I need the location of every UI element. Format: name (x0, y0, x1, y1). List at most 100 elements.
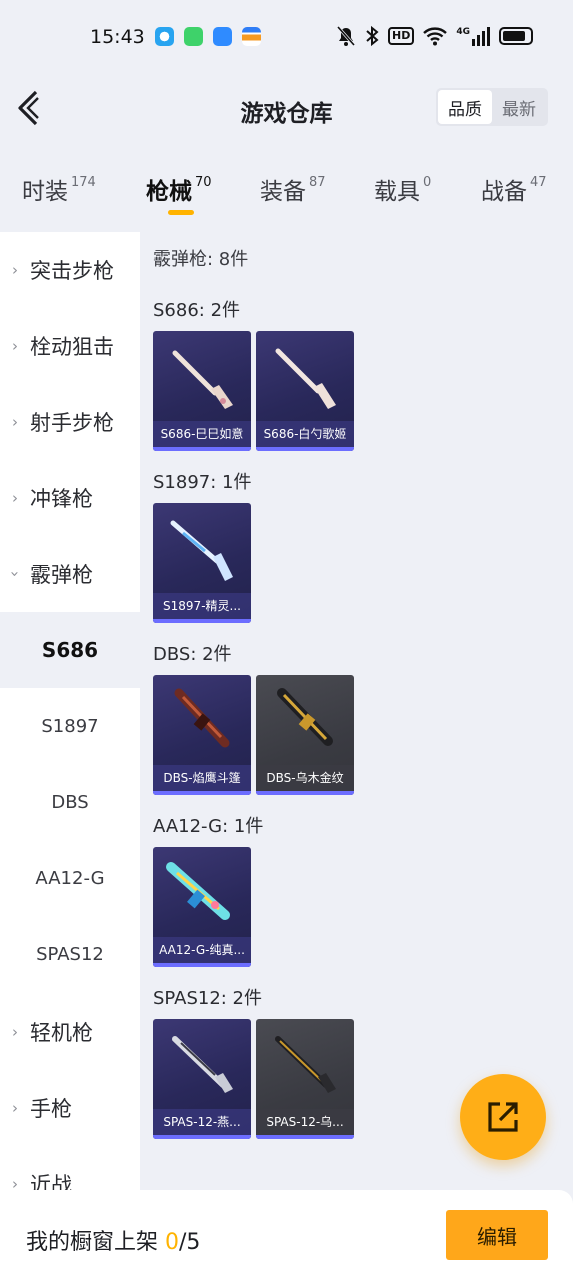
category-total: 霰弹枪: 8件 (153, 249, 249, 270)
bluetooth-icon (366, 25, 379, 47)
shotgun-icon (170, 520, 233, 581)
sidebar-subitem-s1897[interactable]: S1897 (0, 688, 140, 764)
showcase-shelf-label: 我的橱窗上架 (26, 1230, 159, 1255)
quality-bar (256, 791, 354, 795)
mute-icon (336, 26, 356, 46)
shotgun-icon (275, 1036, 336, 1093)
tab-count: 47 (530, 175, 547, 190)
weapon-card-name: DBS-焰鹰斗篷 (153, 765, 251, 791)
sidebar-item-label: 射手步枪 (30, 411, 114, 435)
network-type-label: 4G (456, 26, 470, 37)
external-link-icon (488, 1102, 518, 1132)
app-notification-icon (213, 27, 232, 46)
weapon-card-name: SPAS-12-燕... (153, 1109, 251, 1135)
quality-bar (256, 447, 354, 451)
weapon-card[interactable]: SPAS-12-燕... (153, 1019, 251, 1139)
chevron-right-icon: › (12, 489, 18, 507)
weapon-card-name: S686-白勺歌姬 (256, 421, 354, 447)
tab-label: 装备 (260, 179, 306, 205)
sidebar-item-label: DBS (51, 791, 89, 813)
sidebar-subitem-dbs[interactable]: DBS (0, 764, 140, 840)
sidebar-item-marksman-rifle[interactable]: › 射手步枪 (0, 384, 140, 460)
showcase-shelf-total: /5 (179, 1230, 201, 1255)
tab-equipment[interactable]: 装备 87 (260, 172, 326, 206)
chevron-right-icon: › (12, 1023, 18, 1041)
hd-icon: HD (388, 27, 415, 45)
app-notification-icon (184, 27, 203, 46)
category-tabs: 时装 174 枪械 70 装备 87 载具 0 战备 47 (0, 160, 573, 228)
status-icons: HD 4G (336, 25, 533, 47)
weapon-card[interactable]: DBS-焰鹰斗篷 (153, 675, 251, 795)
weapon-card[interactable]: S1897-精灵... (153, 503, 251, 623)
app-notification-icon (242, 27, 261, 46)
group-title: AA12-G: 1件 (153, 816, 264, 837)
status-bar: 15:43 HD 4G (0, 0, 573, 72)
weapon-card[interactable]: S686-巳巳如意 (153, 331, 251, 451)
sidebar-item-label: 栓动狙击 (30, 335, 114, 359)
app-notification-icon (155, 27, 174, 46)
sidebar-item-bolt-sniper[interactable]: › 栓动狙击 (0, 308, 140, 384)
sidebar-item-lmg[interactable]: › 轻机枪 (0, 994, 140, 1070)
sidebar-item-shotgun[interactable]: › 霰弹枪 (0, 536, 140, 612)
tab-label: 枪械 (146, 179, 192, 205)
shotgun-icon (174, 688, 230, 748)
shotgun-icon (277, 688, 333, 746)
status-app-icons (155, 27, 261, 46)
sidebar-item-label: 突击步枪 (30, 259, 114, 283)
quality-bar (153, 447, 251, 451)
bottom-bar: 我的橱窗上架 0/5 编辑 (0, 1190, 573, 1280)
sidebar-subitem-s686[interactable]: S686 (0, 612, 140, 688)
shotgun-icon (172, 1036, 233, 1093)
sidebar-item-assault-rifle[interactable]: › 突击步枪 (0, 232, 140, 308)
sidebar-item-label: 轻机枪 (30, 1021, 93, 1045)
tab-supplies[interactable]: 战备 47 (481, 172, 547, 206)
quality-bar (153, 791, 251, 795)
tab-count: 174 (71, 175, 96, 190)
weapon-card[interactable]: DBS-乌木金纹 (256, 675, 354, 795)
quality-bar (153, 963, 251, 967)
back-arrow-icon (18, 90, 39, 126)
weapon-card[interactable]: S686-白勺歌姬 (256, 331, 354, 451)
shotgun-icon (275, 348, 336, 409)
sidebar-subitem-aa12g[interactable]: AA12-G (0, 840, 140, 916)
weapon-card-name: S1897-精灵... (153, 593, 251, 619)
quality-bar (256, 1135, 354, 1139)
edit-button[interactable]: 编辑 (446, 1210, 548, 1260)
weapon-card[interactable]: SPAS-12-乌... (256, 1019, 354, 1139)
sidebar-item-label: S1897 (41, 715, 99, 737)
quality-bar (153, 1135, 251, 1139)
sidebar-item-smg[interactable]: › 冲锋枪 (0, 460, 140, 536)
header: 游戏仓库 品质 最新 (0, 72, 573, 152)
sidebar-item-label: AA12-G (35, 867, 105, 889)
tab-label: 时装 (22, 179, 68, 205)
showcase-shelf-status: 我的橱窗上架 0/5 (26, 1224, 200, 1256)
chevron-right-icon: › (12, 1099, 18, 1117)
group-title: DBS: 2件 (153, 644, 232, 665)
battery-icon (499, 27, 533, 45)
chevron-right-icon: › (12, 261, 18, 279)
sidebar-item-label: 手枪 (30, 1097, 72, 1121)
back-button[interactable] (12, 86, 52, 130)
tab-label: 战备 (481, 179, 527, 205)
tab-fashion[interactable]: 时装 174 (22, 172, 96, 206)
chevron-right-icon: › (12, 413, 18, 431)
group-title: S1897: 1件 (153, 472, 252, 493)
sort-option-quality[interactable]: 品质 (438, 90, 492, 124)
sort-option-latest[interactable]: 最新 (492, 90, 546, 124)
tab-count: 0 (423, 175, 432, 190)
weapon-card-name: SPAS-12-乌... (256, 1109, 354, 1135)
sidebar-item-label: 霰弹枪 (30, 563, 93, 587)
weapon-card-name: S686-巳巳如意 (153, 421, 251, 447)
chevron-right-icon: › (12, 337, 18, 355)
weapon-category-sidebar: › 突击步枪 › 栓动狙击 › 射手步枪 › 冲锋枪 › 霰弹枪 S686 S1… (0, 232, 140, 1280)
sort-toggle: 品质 最新 (436, 88, 548, 126)
sidebar-subitem-spas12[interactable]: SPAS12 (0, 916, 140, 992)
sidebar-item-pistol[interactable]: › 手枪 (0, 1070, 140, 1146)
shotgun-icon (166, 862, 230, 920)
group-title: SPAS12: 2件 (153, 988, 263, 1009)
tab-firearms[interactable]: 枪械 70 (146, 172, 212, 206)
weapon-card[interactable]: AA12-G-纯真... (153, 847, 251, 967)
share-button[interactable] (460, 1074, 546, 1160)
tab-vehicles[interactable]: 载具 0 (374, 172, 431, 206)
active-tab-indicator (168, 210, 194, 215)
